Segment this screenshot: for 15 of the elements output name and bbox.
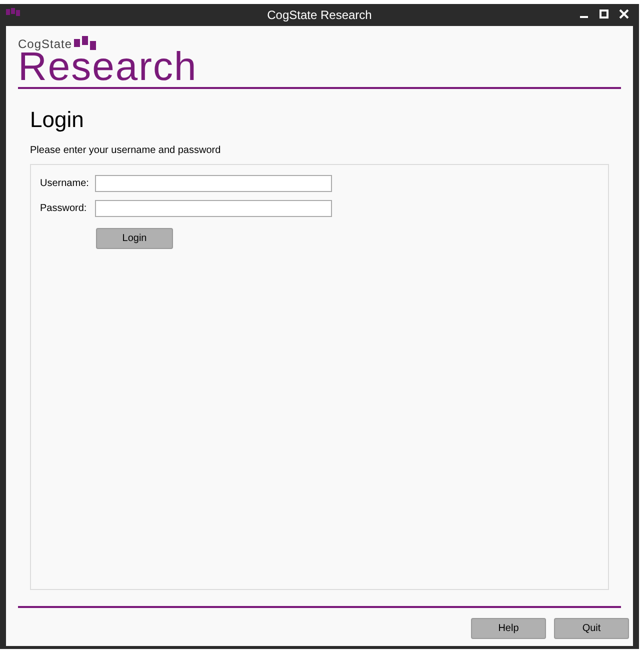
logo-product: Research	[18, 50, 198, 84]
login-button[interactable]: Login	[96, 228, 173, 249]
close-icon[interactable]	[619, 9, 629, 19]
field-label: Username:	[40, 177, 90, 191]
field-label: Password:	[40, 202, 88, 216]
input-field[interactable]	[95, 175, 332, 192]
maximize-icon[interactable]	[599, 9, 609, 19]
help-button[interactable]: Help	[471, 618, 546, 639]
logo-brand: CogState	[18, 38, 72, 50]
instruction-text: Please enter your username and password	[30, 144, 222, 158]
quit-button[interactable]: Quit	[554, 618, 629, 639]
app-icon	[6, 8, 22, 16]
window-title: CogState Research	[267, 7, 372, 24]
input-field[interactable]	[95, 200, 332, 217]
page-heading: Login	[30, 107, 85, 133]
